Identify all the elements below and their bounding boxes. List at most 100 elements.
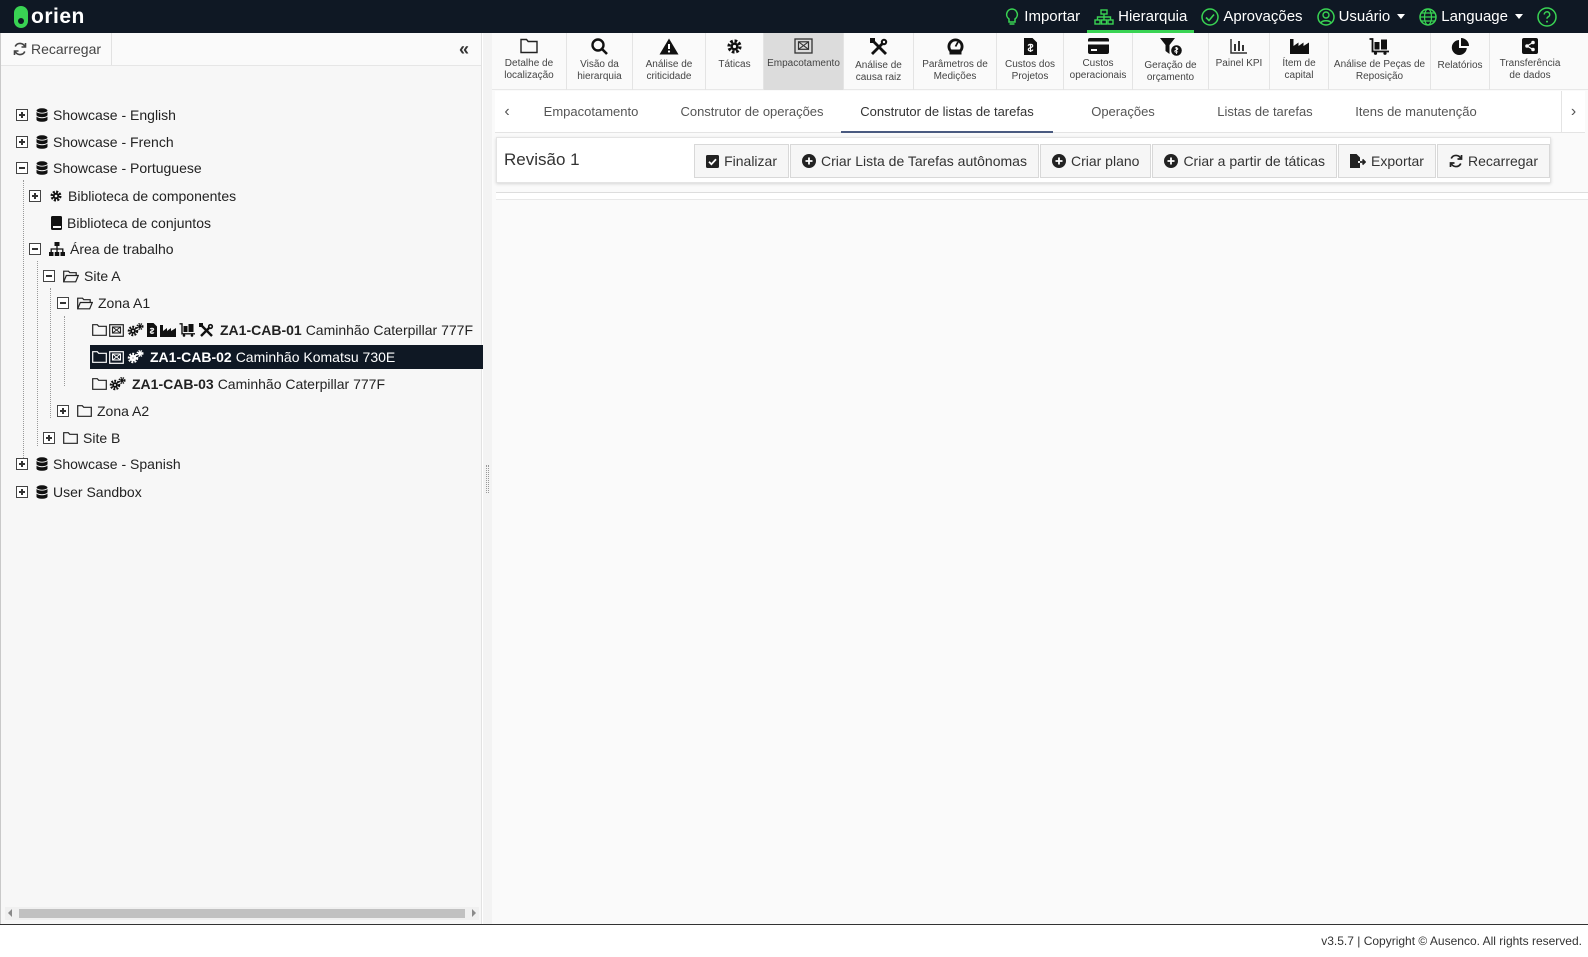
expand-icon[interactable] <box>16 136 28 148</box>
tree-node-zone-a1[interactable]: Zona A1 <box>57 291 150 315</box>
gears-icon <box>127 323 144 337</box>
nav-help[interactable] <box>1530 0 1568 33</box>
tree-node-showcase-portuguese[interactable]: Showcase - Portuguese <box>16 156 202 180</box>
app-logo[interactable]: orien <box>14 0 85 33</box>
nav-importar[interactable]: Importar <box>997 0 1087 33</box>
tab-construtor-listas-tarefas[interactable]: Construtor de listas de tarefas <box>841 91 1053 133</box>
module-capital-item[interactable]: Ítem de capital <box>1270 33 1329 90</box>
reload-tree-label: Recarregar <box>31 41 102 57</box>
tabs-scroll-left-icon[interactable]: ‹ <box>495 91 519 133</box>
tree-node-showcase-english[interactable]: Showcase - English <box>16 103 176 127</box>
reload-button[interactable]: Recarregar <box>1436 144 1550 178</box>
folder-icon <box>92 378 107 390</box>
expand-icon[interactable] <box>43 432 55 444</box>
module-data-transfer[interactable]: Transferência de dados <box>1490 33 1570 90</box>
module-project-costs[interactable]: Custos dos Projetos <box>997 33 1064 90</box>
module-budget-generation[interactable]: Geração de orçamento <box>1133 33 1209 90</box>
export-label: Exportar <box>1371 153 1424 169</box>
tree-node-component-library[interactable]: Biblioteca de componentes <box>29 184 236 208</box>
hierarchy-toolbar: Recarregar « <box>1 33 481 66</box>
module-packaging[interactable]: Empacotamento <box>764 33 844 90</box>
expand-icon[interactable] <box>57 405 69 417</box>
tab-empacotamento[interactable]: Empacotamento <box>519 91 663 133</box>
collapse-icon[interactable] <box>57 297 69 309</box>
package-icon <box>109 323 124 337</box>
tools-icon <box>869 38 887 55</box>
folder-icon <box>92 351 107 363</box>
panel-splitter[interactable] <box>483 33 492 924</box>
create-from-tactics-button[interactable]: Criar a partir de táticas <box>1152 144 1338 178</box>
module-hierarchy-view[interactable]: Visão da hierarquia <box>567 33 633 90</box>
tab-construtor-operacoes[interactable]: Construtor de operações <box>663 91 841 133</box>
logo-mark-icon <box>14 5 28 28</box>
module-root-cause-analysis[interactable]: Análise de causa raiz <box>844 33 914 90</box>
expand-icon[interactable] <box>16 109 28 121</box>
reload-tree-button[interactable]: Recarregar <box>1 33 113 65</box>
tab-listas-tarefas[interactable]: Listas de tarefas <box>1193 91 1337 133</box>
tree-node-assembly-library[interactable]: Biblioteca de conjuntos <box>51 211 211 235</box>
revision-actions: Finalizar Criar Lista de Tarefas autônom… <box>693 144 1550 178</box>
help-icon <box>1537 6 1557 27</box>
folder-open-icon <box>63 270 79 283</box>
module-reports[interactable]: Relatórios <box>1431 33 1490 90</box>
tree-node-label: User Sandbox <box>53 484 142 500</box>
tree-node-label: Zona A1 <box>98 295 151 311</box>
scroll-right-icon[interactable] <box>472 909 476 917</box>
plus-circle-icon <box>801 154 816 168</box>
sitemap-icon <box>1094 8 1114 25</box>
tabs-scroll-right-icon[interactable]: › <box>1561 90 1585 133</box>
tree-horizontal-scrollbar[interactable] <box>5 907 479 920</box>
warning-icon <box>659 38 679 55</box>
module-spare-parts-analysis[interactable]: Análise de Peças de Reposição <box>1329 33 1431 90</box>
tree-node-user-sandbox[interactable]: User Sandbox <box>16 480 142 504</box>
nav-hierarquia[interactable]: Hierarquia <box>1087 0 1195 33</box>
tree-node-label: Site A <box>84 268 121 284</box>
package-icon <box>109 350 124 364</box>
module-measurement-parameters[interactable]: Parâmetros de Medições <box>914 33 997 90</box>
tree-node-workspace[interactable]: Área de trabalho <box>29 237 174 261</box>
scrollbar-thumb[interactable] <box>19 909 465 918</box>
asset-description: Caminhão Komatsu 730E <box>235 349 396 365</box>
module-kpi-dashboard[interactable]: Painel KPI <box>1209 33 1270 90</box>
cart-icon <box>179 323 196 337</box>
tab-itens-manutencao[interactable]: Itens de manutenção <box>1337 91 1495 133</box>
nav-aprovacoes[interactable]: Aprovações <box>1194 0 1309 33</box>
collapse-icon[interactable] <box>16 162 28 174</box>
finalize-button[interactable]: Finalizar <box>694 144 789 178</box>
expand-icon[interactable] <box>29 190 41 202</box>
tree-node-za1-cab-01[interactable]: ZA1-CAB-01 Caminhão Caterpillar 777F <box>90 318 473 342</box>
export-button[interactable]: Exportar <box>1338 144 1436 178</box>
folder-icon <box>92 324 107 336</box>
tab-operacoes[interactable]: Operações <box>1053 91 1193 133</box>
module-location-detail[interactable]: Detalhe de localização <box>492 33 567 90</box>
create-plan-button[interactable]: Criar plano <box>1039 144 1152 178</box>
tree-node-za1-cab-02[interactable]: ZA1-CAB-02 Caminhão Komatsu 730E <box>90 345 483 369</box>
module-operational-costs[interactable]: Custos operacionais <box>1064 33 1133 90</box>
collapse-icon[interactable] <box>43 270 55 282</box>
collapse-icon[interactable] <box>29 243 41 255</box>
nav-language[interactable]: Language <box>1412 0 1530 33</box>
scroll-left-icon[interactable] <box>8 909 12 917</box>
tree-node-showcase-french[interactable]: Showcase - French <box>16 130 174 154</box>
lightbulb-icon <box>1006 7 1019 25</box>
search-icon <box>590 38 608 55</box>
tree-node-site-b[interactable]: Site B <box>43 426 120 450</box>
nav-hierarquia-label: Hierarquia <box>1118 8 1188 25</box>
share-icon <box>1522 38 1538 54</box>
tree-node-za1-cab-03[interactable]: ZA1-CAB-03 Caminhão Caterpillar 777F <box>90 372 385 396</box>
collapse-panel-icon[interactable]: « <box>459 39 469 60</box>
tree-node-zone-a2[interactable]: Zona A2 <box>57 399 149 423</box>
tree-node-label: Biblioteca de componentes <box>68 188 237 204</box>
create-standalone-tasklist-button[interactable]: Criar Lista de Tarefas autônomas <box>789 144 1039 178</box>
asset-code: ZA1-CAB-01 <box>220 322 302 338</box>
nav-aprovacoes-label: Aprovações <box>1223 8 1303 25</box>
module-criticality-analysis[interactable]: Análise de criticidade <box>633 33 706 90</box>
database-icon <box>36 161 48 175</box>
expand-icon[interactable] <box>16 458 28 470</box>
splitter-grip-icon[interactable] <box>486 465 489 493</box>
tree-node-showcase-spanish[interactable]: Showcase - Spanish <box>16 452 181 476</box>
nav-usuario[interactable]: Usuário <box>1310 0 1413 33</box>
tree-node-site-a[interactable]: Site A <box>43 264 121 288</box>
expand-icon[interactable] <box>16 486 28 498</box>
module-tactics[interactable]: Táticas <box>706 33 764 90</box>
